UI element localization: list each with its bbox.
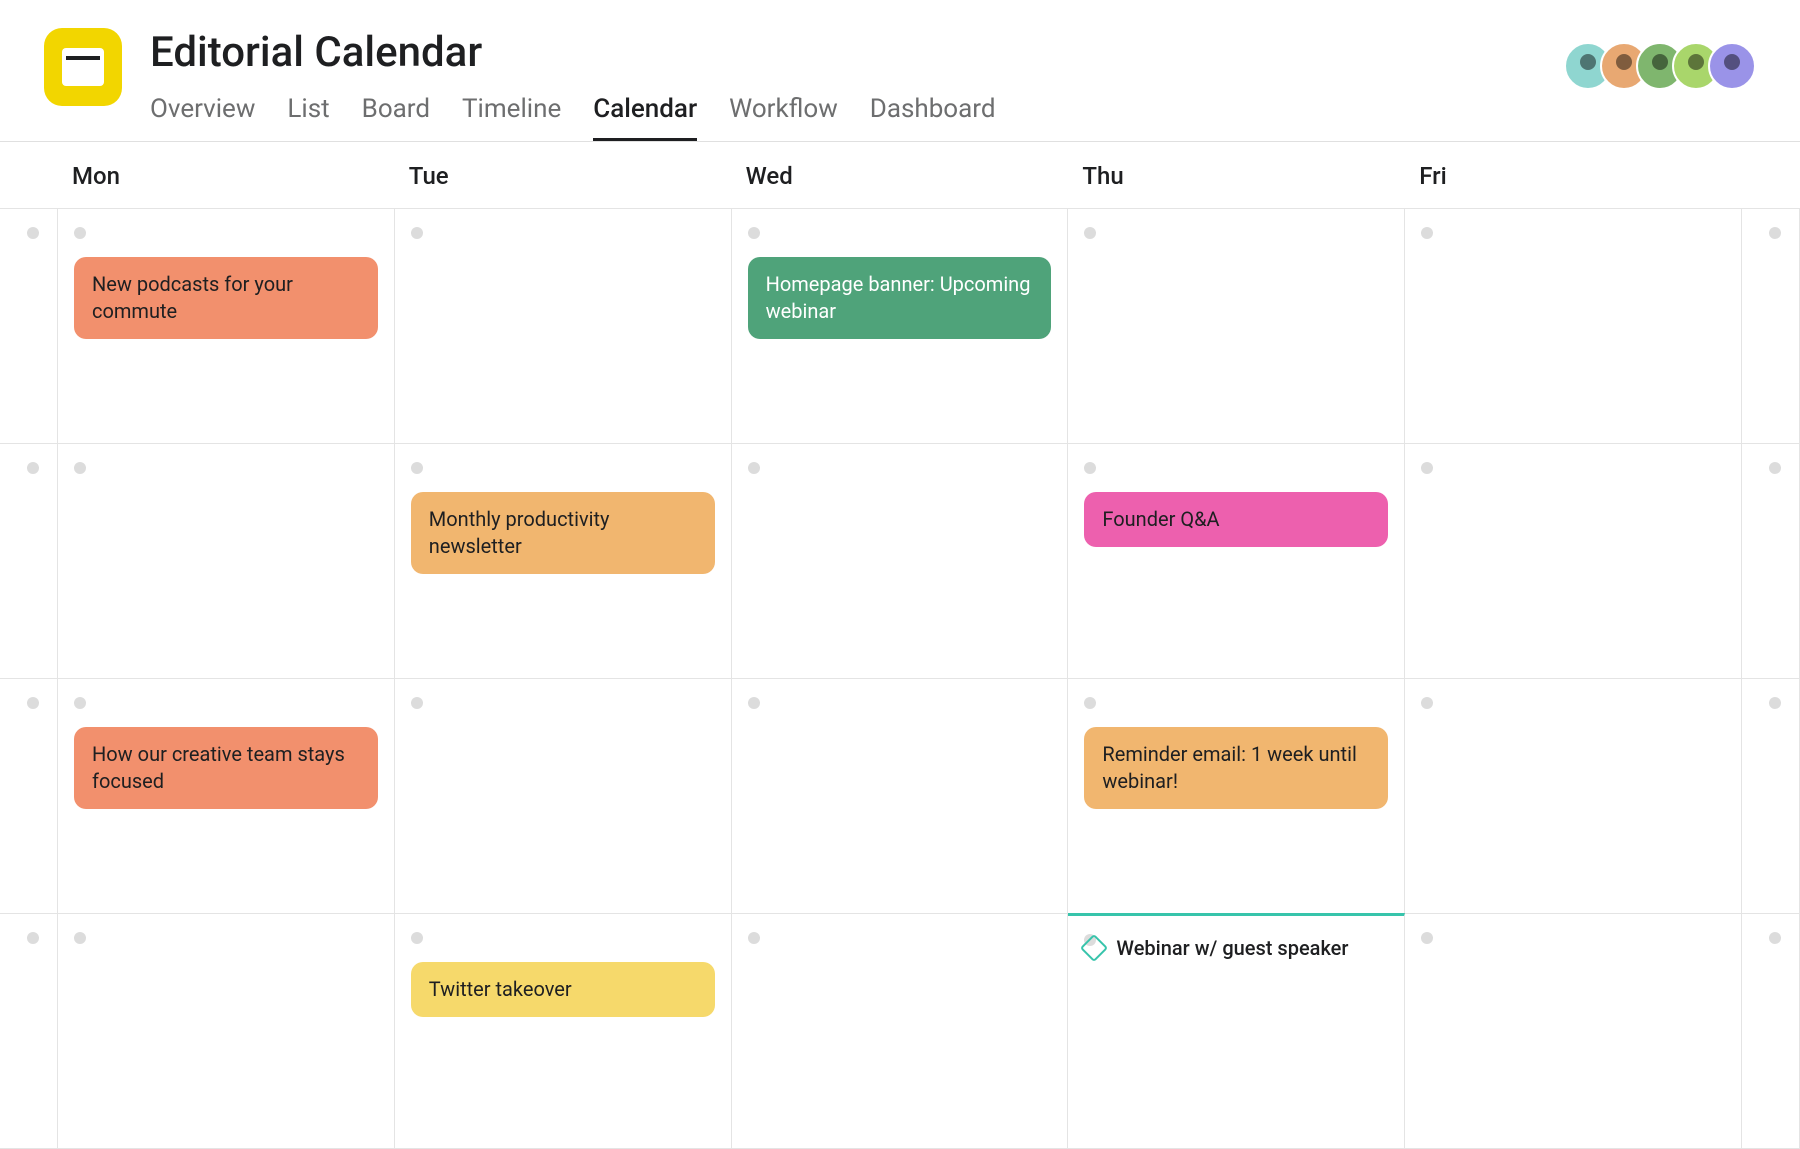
date-dot — [74, 932, 86, 944]
calendar-cell[interactable]: Homepage banner: Upcoming webinar — [732, 209, 1069, 444]
date-dot — [748, 697, 760, 709]
date-dot — [27, 462, 39, 474]
calendar-cell[interactable]: How our creative team stays focused — [58, 679, 395, 914]
calendar-cell[interactable] — [0, 209, 58, 444]
weekday-fri: Fri — [1405, 142, 1742, 208]
milestone-event[interactable]: Webinar w/ guest speaker — [1084, 936, 1388, 960]
date-dot — [27, 697, 39, 709]
weekday-tue: Tue — [395, 142, 732, 208]
date-dot — [1421, 227, 1433, 239]
calendar-cell[interactable] — [0, 444, 58, 679]
calendar-cell[interactable] — [732, 679, 1069, 914]
date-dot — [411, 462, 423, 474]
date-dot — [1084, 227, 1096, 239]
calendar-cell[interactable] — [395, 209, 732, 444]
tab-overview[interactable]: Overview — [150, 94, 255, 141]
date-dot — [1769, 462, 1781, 474]
event-card[interactable]: Monthly productivity newsletter — [411, 492, 715, 574]
date-dot — [1421, 462, 1433, 474]
date-dot — [1769, 697, 1781, 709]
calendar-icon — [62, 48, 104, 86]
calendar-cell[interactable] — [732, 914, 1069, 1149]
event-card[interactable]: Homepage banner: Upcoming webinar — [748, 257, 1052, 339]
event-card[interactable]: New podcasts for your commute — [74, 257, 378, 339]
date-dot — [411, 932, 423, 944]
date-dot — [74, 227, 86, 239]
calendar-cell[interactable] — [1405, 444, 1742, 679]
tab-workflow[interactable]: Workflow — [729, 94, 838, 141]
weekday-row: Mon Tue Wed Thu Fri — [0, 142, 1800, 208]
date-dot — [74, 462, 86, 474]
calendar-cell[interactable]: Founder Q&A — [1068, 444, 1405, 679]
calendar-cell-today[interactable]: Webinar w/ guest speaker — [1068, 913, 1405, 1149]
event-card[interactable]: How our creative team stays focused — [74, 727, 378, 809]
member-avatars[interactable] — [1576, 42, 1756, 90]
tab-dashboard[interactable]: Dashboard — [870, 94, 996, 141]
event-card[interactable]: Founder Q&A — [1084, 492, 1388, 547]
date-dot — [748, 462, 760, 474]
date-dot — [27, 227, 39, 239]
calendar-cell[interactable] — [1742, 209, 1800, 444]
tab-board[interactable]: Board — [362, 94, 430, 141]
calendar-cell[interactable] — [1068, 209, 1405, 444]
tab-timeline[interactable]: Timeline — [462, 94, 561, 141]
date-dot — [74, 697, 86, 709]
event-card[interactable]: Reminder email: 1 week until webinar! — [1084, 727, 1388, 809]
calendar-grid: New podcasts for your commute Homepage b… — [0, 208, 1800, 1149]
calendar-cell[interactable] — [395, 679, 732, 914]
calendar-cell[interactable] — [0, 914, 58, 1149]
date-dot — [1421, 932, 1433, 944]
date-dot — [748, 227, 760, 239]
calendar-cell[interactable] — [1742, 679, 1800, 914]
event-card[interactable]: Twitter takeover — [411, 962, 715, 1017]
weekday-mon: Mon — [58, 142, 395, 208]
project-header: Editorial Calendar Overview List Board T… — [0, 0, 1800, 141]
date-dot — [1421, 697, 1433, 709]
header-main: Editorial Calendar Overview List Board T… — [150, 28, 1756, 141]
date-dot — [748, 932, 760, 944]
avatar[interactable] — [1708, 42, 1756, 90]
calendar-cell[interactable]: Monthly productivity newsletter — [395, 444, 732, 679]
project-title: Editorial Calendar — [150, 30, 1756, 76]
calendar-cell[interactable] — [1742, 914, 1800, 1149]
calendar-cell[interactable] — [0, 679, 58, 914]
date-dot — [27, 932, 39, 944]
date-dot — [1769, 932, 1781, 944]
calendar-cell[interactable]: Twitter takeover — [395, 914, 732, 1149]
tab-list[interactable]: List — [287, 94, 329, 141]
milestone-label: Webinar w/ guest speaker — [1116, 936, 1348, 960]
weekday-wed: Wed — [732, 142, 1069, 208]
calendar-cell[interactable]: New podcasts for your commute — [58, 209, 395, 444]
date-dot — [411, 697, 423, 709]
date-dot — [1084, 462, 1096, 474]
view-tabs: Overview List Board Timeline Calendar Wo… — [150, 94, 1756, 141]
date-dot — [1769, 227, 1781, 239]
date-dot — [411, 227, 423, 239]
calendar-cell[interactable]: Reminder email: 1 week until webinar! — [1068, 679, 1405, 914]
calendar-cell[interactable] — [58, 444, 395, 679]
calendar-cell[interactable] — [1405, 679, 1742, 914]
tab-calendar[interactable]: Calendar — [593, 94, 697, 141]
calendar-cell[interactable] — [732, 444, 1069, 679]
calendar-cell[interactable] — [1405, 914, 1742, 1149]
calendar-cell[interactable] — [1742, 444, 1800, 679]
weekday-thu: Thu — [1068, 142, 1405, 208]
project-icon — [44, 28, 122, 106]
calendar-cell[interactable] — [1405, 209, 1742, 444]
date-dot — [1084, 697, 1096, 709]
calendar-cell[interactable] — [58, 914, 395, 1149]
